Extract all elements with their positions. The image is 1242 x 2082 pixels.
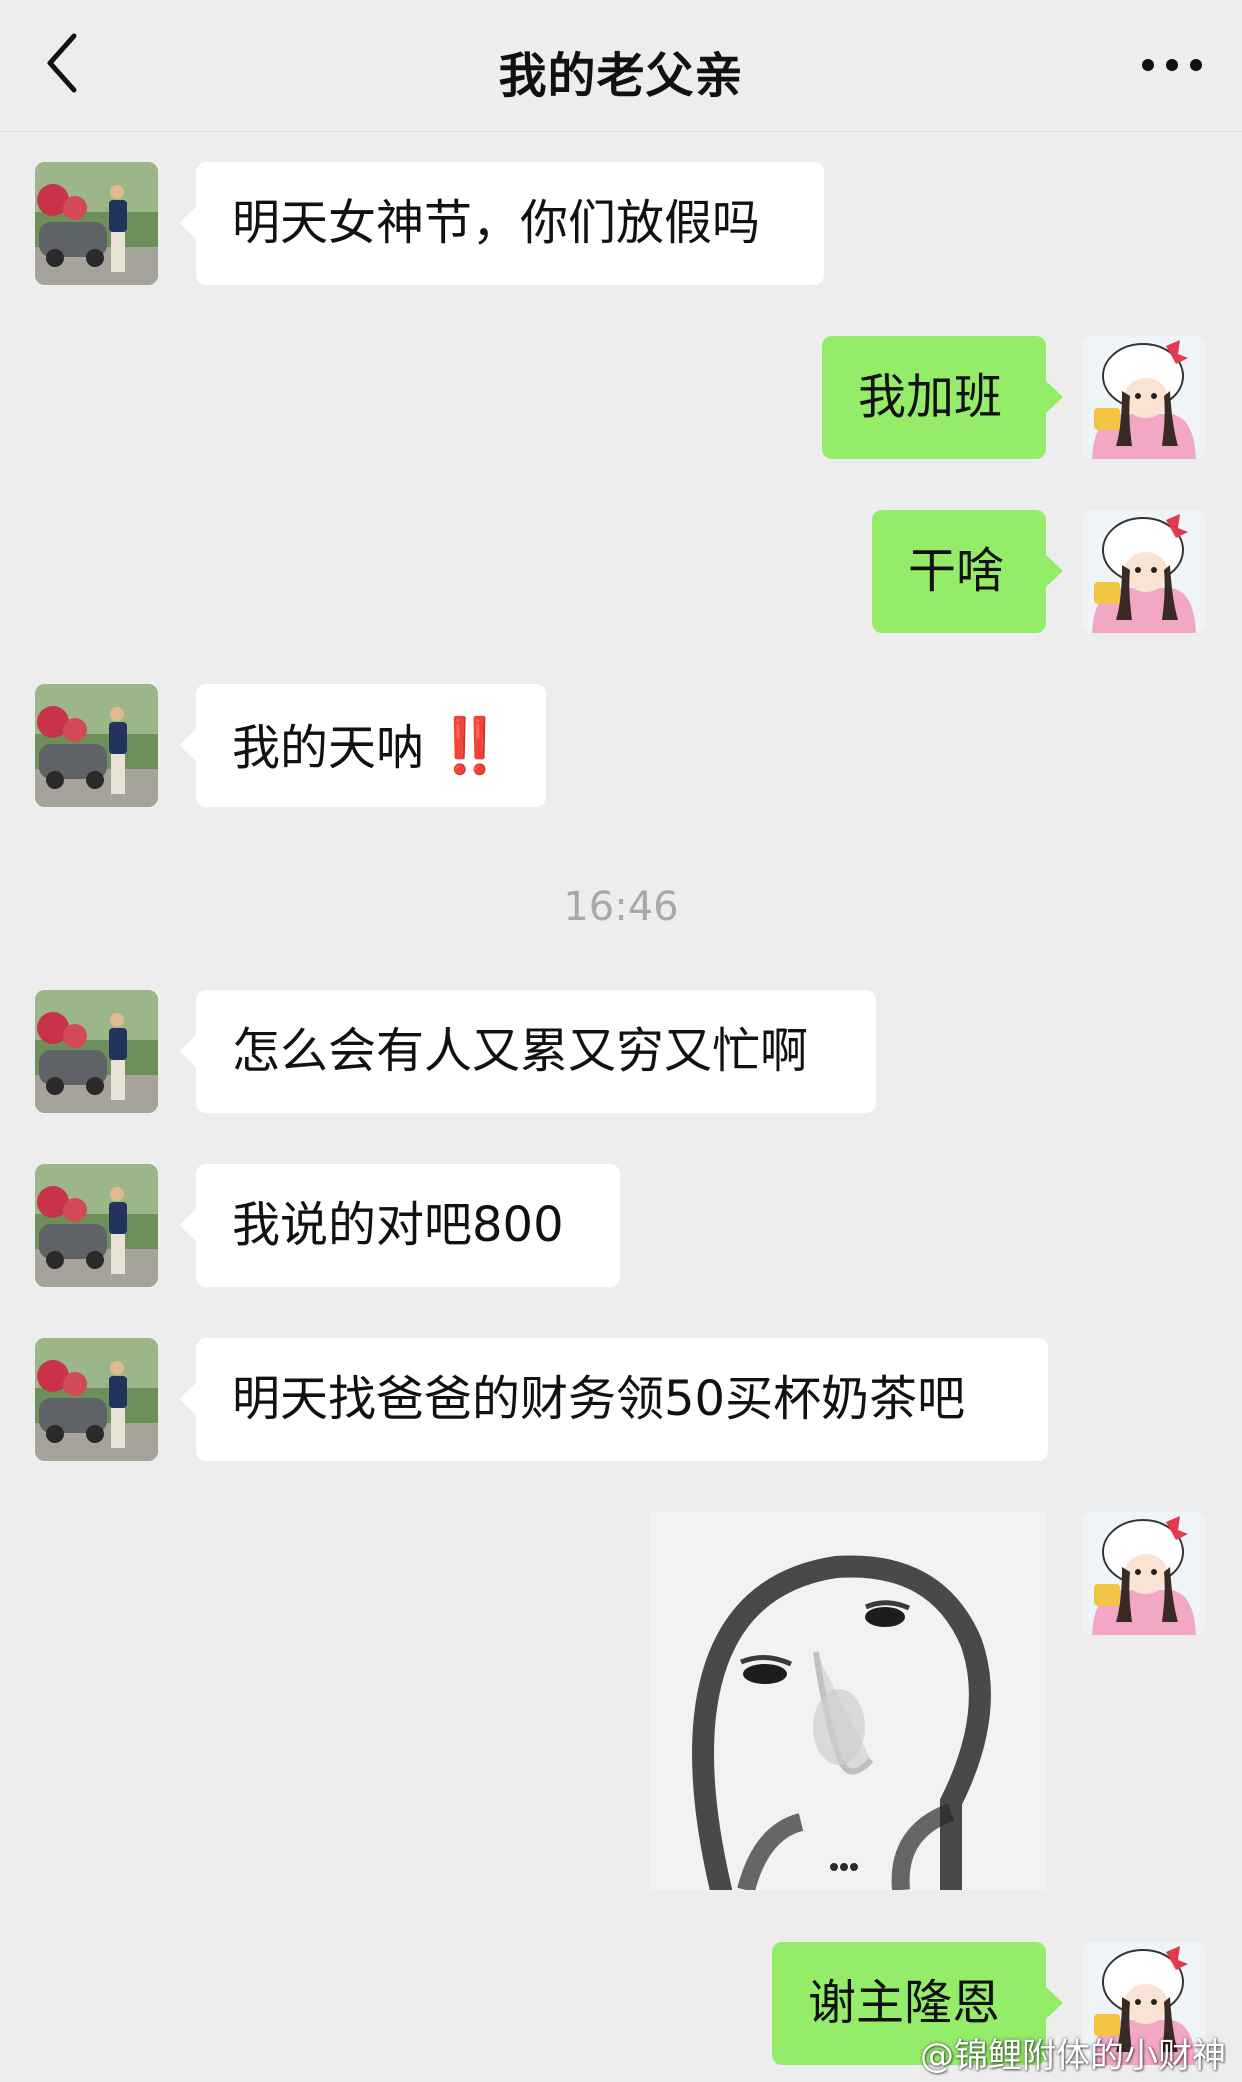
user-avatar[interactable] [1082,336,1205,459]
message-text: 怎么会有人又累又穷又忙啊 [232,1023,809,1079]
contact-avatar[interactable] [35,1338,158,1461]
message-text: 谢主隆恩 [808,1975,1001,2031]
more-dots-icon[interactable] [1140,50,1204,80]
contact-avatar[interactable] [35,1164,158,1287]
double-exclamation-emoji: ‼️ [436,714,503,777]
message-text: 我说的对吧800 [232,1197,564,1253]
contact-avatar[interactable] [35,162,158,285]
message-bubble[interactable]: 怎么会有人又累又穷又忙啊 [179,990,876,1113]
message-text: 明天女神节，你们放假吗 [232,195,761,251]
message-text: 明天找爸爸的财务领50买杯奶茶吧 [232,1371,966,1427]
contact-avatar[interactable] [35,990,158,1113]
message-bubble[interactable]: 我的天呐 ‼️ [179,684,546,807]
contact-avatar[interactable] [35,684,158,807]
message-bubble[interactable]: 干啥 [872,510,1063,633]
user-avatar[interactable] [1082,510,1205,633]
message-bubble[interactable]: 明天女神节，你们放假吗 [179,162,824,285]
message-bubble[interactable]: 我加班 [822,336,1063,459]
chat-timestamp: 16:46 [563,884,679,930]
message-bubble[interactable]: 明天找爸爸的财务领50买杯奶茶吧 [179,1338,1048,1461]
meme-face-sticker[interactable] [651,1512,1047,1890]
chat-title: 我的老父亲 [498,48,744,104]
user-avatar[interactable] [1082,1512,1205,1635]
message-bubble[interactable]: 我说的对吧800 [179,1164,620,1287]
weibo-watermark: @锦鲤附体的小财神 [920,2036,1226,2076]
message-text: 干啥 [908,543,1005,599]
message-text: 我的天呐 [232,720,425,776]
chat-header: 我的老父亲 [0,0,1242,132]
message-text: 我加班 [858,369,1003,425]
